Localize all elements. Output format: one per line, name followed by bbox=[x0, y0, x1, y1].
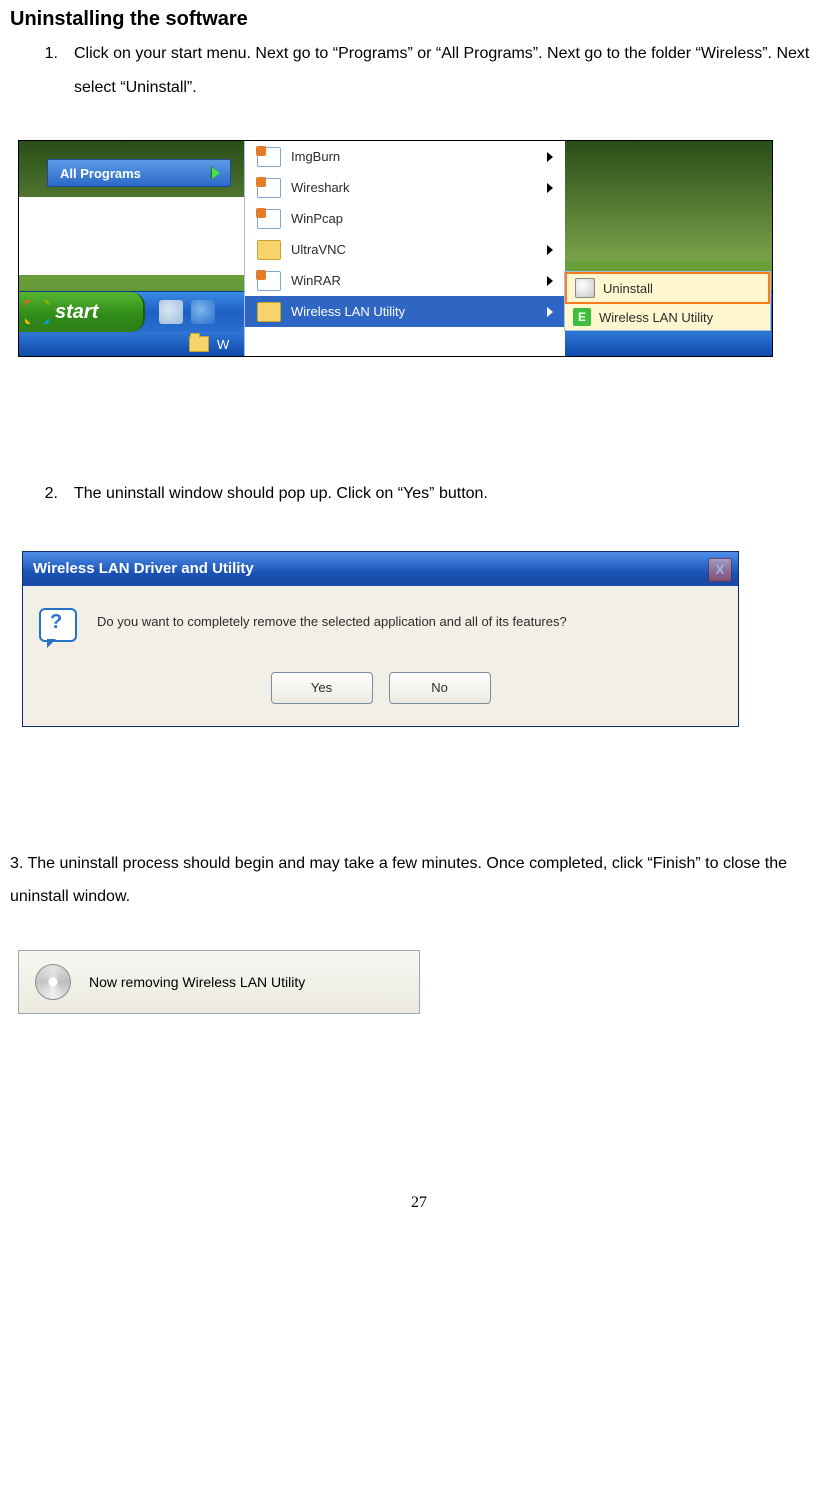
folder-icon bbox=[257, 302, 281, 322]
close-button[interactable]: X bbox=[708, 558, 732, 582]
program-group-icon bbox=[257, 147, 281, 167]
page-title: Uninstalling the software bbox=[10, 8, 828, 31]
ie-icon[interactable] bbox=[191, 300, 215, 324]
uninstall-icon bbox=[575, 278, 595, 298]
arrow-right-icon bbox=[547, 245, 553, 255]
disc-icon bbox=[35, 964, 71, 1000]
no-button[interactable]: No bbox=[389, 672, 491, 704]
screenshot-start-menu: All Programs start W ImgBurn Wireshark W… bbox=[18, 140, 773, 357]
menu-item-imgburn[interactable]: ImgBurn bbox=[245, 141, 565, 172]
dialog-message: Do you want to completely remove the sel… bbox=[97, 608, 567, 629]
menu-item-winrar[interactable]: WinRAR bbox=[245, 265, 565, 296]
step-1-text: Click on your start menu. Next go to “Pr… bbox=[74, 37, 828, 104]
question-icon: ? bbox=[39, 608, 79, 648]
menu-item-label: UltraVNC bbox=[291, 242, 346, 257]
step-2-number: 2. bbox=[10, 477, 74, 511]
step-2-text: The uninstall window should pop up. Clic… bbox=[74, 477, 828, 511]
arrow-right-icon bbox=[547, 152, 553, 162]
menu-item-label: WinPcap bbox=[291, 211, 343, 226]
menu-item-wireshark[interactable]: Wireshark bbox=[245, 172, 565, 203]
menu-item-winpcap[interactable]: WinPcap bbox=[245, 203, 565, 234]
dialog-titlebar: Wireless LAN Driver and Utility X bbox=[23, 552, 738, 586]
all-programs-label: All Programs bbox=[60, 166, 141, 181]
arrow-right-icon bbox=[547, 183, 553, 193]
taskbar-icon[interactable] bbox=[159, 300, 183, 324]
menu-item-ultravnc[interactable]: UltraVNC bbox=[245, 234, 565, 265]
menu-item-label: Wireless LAN Utility bbox=[291, 304, 405, 319]
programs-menu: ImgBurn Wireshark WinPcap UltraVNC WinRA… bbox=[244, 141, 565, 356]
submenu-item-label: Wireless LAN Utility bbox=[599, 310, 713, 325]
step-3-text: 3. The uninstall process should begin an… bbox=[10, 855, 787, 906]
removing-message: Now removing Wireless LAN Utility bbox=[89, 974, 305, 990]
screenshot-confirm-dialog: Wireless LAN Driver and Utility X ? Do y… bbox=[22, 551, 739, 727]
step-1-number: 1. bbox=[10, 37, 74, 104]
menu-item-label: WinRAR bbox=[291, 273, 341, 288]
screenshot-removing: Now removing Wireless LAN Utility bbox=[18, 950, 420, 1014]
yes-button[interactable]: Yes bbox=[271, 672, 373, 704]
submenu-item-label: Uninstall bbox=[603, 281, 653, 296]
utility-icon: E bbox=[573, 308, 591, 326]
step-1: 1. Click on your start menu. Next go to … bbox=[10, 37, 828, 104]
program-group-icon bbox=[257, 178, 281, 198]
program-group-icon bbox=[257, 271, 281, 291]
folder-icon bbox=[257, 240, 281, 260]
step-3: 3. The uninstall process should begin an… bbox=[10, 847, 828, 914]
submenu: Uninstall E Wireless LAN Utility bbox=[564, 271, 771, 331]
menu-item-wireless-lan-utility[interactable]: Wireless LAN Utility bbox=[245, 296, 565, 327]
menu-item-label: ImgBurn bbox=[291, 149, 340, 164]
arrow-right-icon bbox=[547, 276, 553, 286]
menu-item-label: Wireshark bbox=[291, 180, 350, 195]
step-2: 2. The uninstall window should pop up. C… bbox=[10, 477, 828, 511]
submenu-item-uninstall[interactable]: Uninstall bbox=[565, 272, 770, 304]
start-label: start bbox=[55, 301, 98, 324]
start-button[interactable]: start bbox=[19, 292, 145, 332]
all-programs-button[interactable]: All Programs bbox=[47, 159, 231, 187]
page-number: 27 bbox=[10, 1194, 828, 1212]
program-group-icon bbox=[257, 209, 281, 229]
arrow-right-icon bbox=[211, 166, 220, 180]
dialog-title: Wireless LAN Driver and Utility bbox=[33, 560, 254, 577]
arrow-right-icon bbox=[547, 307, 553, 317]
folder-icon bbox=[189, 336, 209, 352]
submenu-item-utility[interactable]: E Wireless LAN Utility bbox=[565, 304, 770, 330]
taskbar-item-label: W bbox=[217, 337, 229, 352]
